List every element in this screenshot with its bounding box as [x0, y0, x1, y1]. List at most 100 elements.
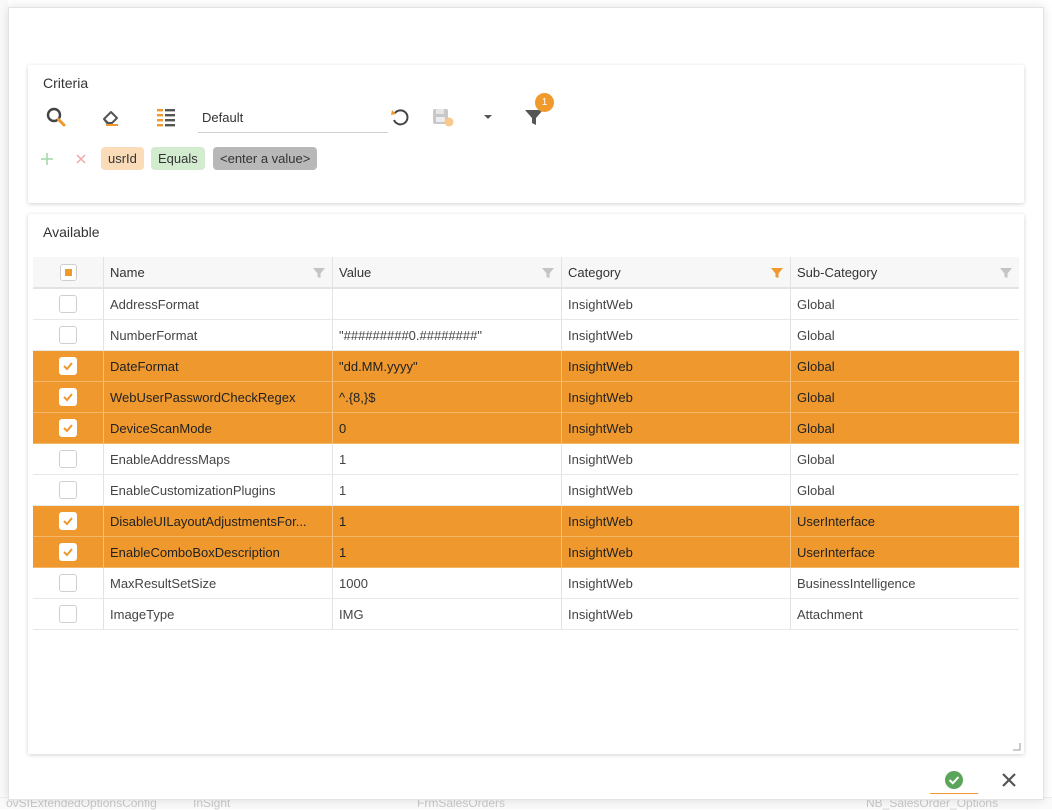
row-checkbox[interactable] [59, 295, 77, 313]
table-row[interactable]: AddressFormat InsightWeb Global [33, 289, 1019, 320]
checkmark-icon [63, 517, 73, 526]
cell-name: AddressFormat [103, 289, 332, 319]
column-header-name[interactable]: Name [103, 257, 332, 287]
row-checkbox[interactable] [59, 357, 77, 375]
criteria-operator-chip[interactable]: Equals [151, 147, 205, 170]
cell-category: InsightWeb [561, 444, 790, 474]
column-filter-active-icon[interactable] [770, 266, 784, 280]
criteria-field-chip[interactable]: usrId [101, 147, 144, 170]
column-header-subcategory[interactable]: Sub-Category [790, 257, 1019, 287]
column-header-label: Value [339, 264, 372, 280]
checkmark-icon [63, 393, 73, 402]
table-row[interactable]: DisableUILayoutAdjustmentsFor... 1 Insight… [33, 506, 1019, 537]
cell-subcategory: Attachment [790, 599, 1019, 629]
row-checkbox[interactable] [59, 450, 77, 468]
caret-down-icon [484, 115, 492, 119]
x-icon [76, 153, 86, 164]
cell-value: "dd.MM.yyyy" [332, 351, 561, 381]
close-icon [1002, 773, 1016, 787]
clear-button[interactable] [95, 101, 127, 133]
row-checkbox[interactable] [59, 543, 77, 561]
row-checkbox[interactable] [59, 574, 77, 592]
table-row[interactable]: NumberFormat "#########0.########" Insight… [33, 320, 1019, 351]
filter-count-badge: 1 [535, 93, 554, 112]
checkmark-icon [63, 424, 73, 433]
cell-value: IMG [332, 599, 561, 629]
table-row[interactable]: EnableComboBoxDescription 1 InsightWeb User… [33, 537, 1019, 568]
cell-subcategory: Global [790, 351, 1019, 381]
reset-preset-button[interactable] [384, 101, 416, 133]
table-row[interactable]: EnableAddressMaps 1 InsightWeb Global [33, 444, 1019, 475]
row-checkbox[interactable] [59, 481, 77, 499]
column-header-category[interactable]: Category [561, 257, 790, 287]
row-checkbox[interactable] [59, 605, 77, 623]
cell-category: InsightWeb [561, 537, 790, 567]
cell-name: EnableCustomizationPlugins [103, 475, 332, 505]
row-select-cell [33, 444, 103, 474]
row-checkbox[interactable] [59, 512, 77, 530]
cell-name: EnableAddressMaps [103, 444, 332, 474]
preset-dropdown-button[interactable] [472, 101, 504, 133]
row-select-cell [33, 413, 103, 443]
row-checkbox[interactable] [59, 326, 77, 344]
column-header-label: Name [110, 264, 145, 280]
select-all-cell [33, 257, 103, 287]
table-row[interactable]: DateFormat "dd.MM.yyyy" InsightWeb Global [33, 351, 1019, 382]
filter-button[interactable]: 1 [518, 93, 554, 133]
search-button[interactable] [40, 101, 72, 133]
resize-grip-icon[interactable] [1011, 741, 1021, 751]
row-select-cell [33, 506, 103, 536]
ok-button[interactable] [930, 766, 978, 794]
cell-name: ImageType [103, 599, 332, 629]
column-filter-icon[interactable] [541, 266, 555, 280]
cell-category: InsightWeb [561, 382, 790, 412]
available-title: Available [43, 224, 100, 240]
columns-button[interactable] [150, 101, 182, 133]
row-select-cell [33, 599, 103, 629]
row-checkbox[interactable] [59, 419, 77, 437]
cell-category: InsightWeb [561, 413, 790, 443]
table-row[interactable]: EnableCustomizationPlugins 1 InsightWeb Glo… [33, 475, 1019, 506]
table-row[interactable]: DeviceScanMode 0 InsightWeb Global [33, 413, 1019, 444]
column-header-value[interactable]: Value [332, 257, 561, 287]
remove-criteria-button[interactable] [72, 147, 90, 170]
select-all-checkbox[interactable] [59, 263, 77, 281]
table-row[interactable]: ImageType IMG InsightWeb Attachment [33, 599, 1019, 630]
check-circle-icon [945, 770, 963, 789]
cell-value: 1000 [332, 568, 561, 598]
cell-subcategory: Global [790, 413, 1019, 443]
plus-icon [41, 152, 53, 165]
cell-subcategory: Global [790, 444, 1019, 474]
cell-category: InsightWeb [561, 289, 790, 319]
row-checkbox[interactable] [59, 388, 77, 406]
table-row[interactable]: MaxResultSetSize 1000 InsightWeb BusinessIn… [33, 568, 1019, 599]
criteria-panel: Criteria Default 1 usrId Equals <enter a… [28, 65, 1024, 203]
cell-value: 0 [332, 413, 561, 443]
background-app-edge [0, 0, 8, 809]
criteria-value-chip[interactable]: <enter a value> [213, 147, 318, 170]
cell-subcategory: Global [790, 382, 1019, 412]
cell-name: DisableUILayoutAdjustmentsFor... [103, 506, 332, 536]
cell-subcategory: UserInterface [790, 537, 1019, 567]
cancel-button[interactable] [993, 766, 1025, 794]
cell-value: "#########0.########" [332, 320, 561, 350]
cell-value: 1 [332, 444, 561, 474]
add-criteria-button[interactable] [38, 147, 56, 170]
column-filter-icon[interactable] [312, 266, 326, 280]
column-filter-icon[interactable] [999, 266, 1013, 280]
cell-subcategory: Global [790, 475, 1019, 505]
cell-category: InsightWeb [561, 568, 790, 598]
save-preset-button[interactable] [427, 101, 459, 133]
criteria-title: Criteria [43, 75, 89, 91]
preset-input[interactable] [198, 103, 388, 133]
eraser-icon [103, 111, 118, 126]
grid-body: AddressFormat InsightWeb Global NumberForma… [33, 289, 1019, 630]
row-select-cell [33, 568, 103, 598]
table-row[interactable]: WebUserPasswordCheckRegex ^.{8,}$ InsightW… [33, 382, 1019, 413]
save-preset-icon [433, 109, 454, 127]
cell-value [332, 289, 561, 319]
column-header-label: Sub-Category [797, 264, 878, 280]
cell-value: 1 [332, 537, 561, 567]
row-select-cell [33, 320, 103, 350]
column-header-label: Category [568, 264, 621, 280]
